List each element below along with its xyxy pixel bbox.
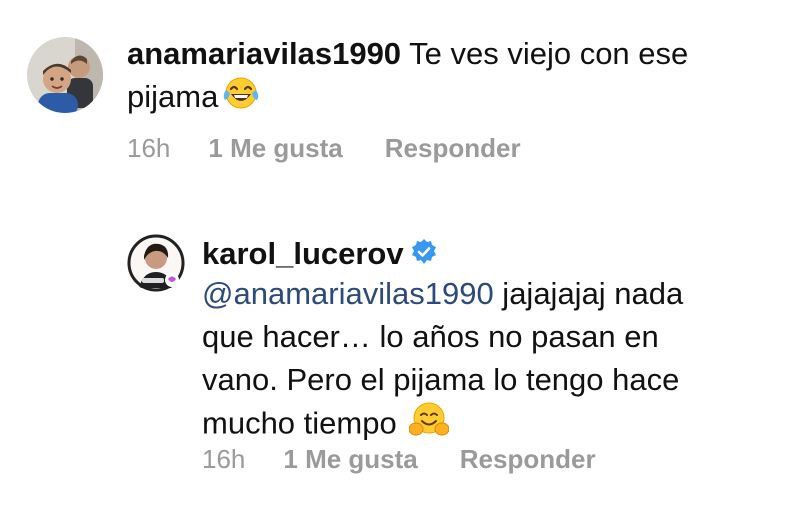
- reply-comment-item: karol_lucerov @anamariavilas1990 jajajaj…: [0, 220, 800, 505]
- likes-count-button[interactable]: 1 Me gusta: [208, 133, 342, 163]
- reply-time: 16h: [202, 444, 246, 474]
- reply-body: @anamariavilas1990 jajajajaj nada que ha…: [202, 272, 742, 450]
- face-with-tears-of-joy-icon: [222, 76, 260, 121]
- comment-username[interactable]: anamariavilas1990: [127, 36, 401, 71]
- smiling-face-with-open-hands-icon: [408, 401, 450, 450]
- comment-text: anamariavilas1990 Te ves viejo con ese p…: [127, 32, 767, 121]
- reply-username[interactable]: karol_lucerov: [202, 236, 404, 271]
- verified-badge-icon: [410, 234, 438, 277]
- mention-link[interactable]: @anamariavilas1990: [202, 276, 494, 311]
- user-avatar-photo-icon: [27, 37, 103, 113]
- likes-count-button[interactable]: 1 Me gusta: [283, 444, 417, 474]
- reply-header: karol_lucerov: [202, 232, 782, 277]
- reply-button[interactable]: Responder: [385, 133, 521, 163]
- reply-button[interactable]: Responder: [460, 444, 596, 474]
- user-avatar-photo-icon: [127, 234, 185, 292]
- avatar[interactable]: [127, 234, 185, 292]
- comment-meta: 16h 1 Me gusta Responder: [127, 133, 521, 163]
- reply-meta: 16h 1 Me gusta Responder: [202, 444, 596, 474]
- comment-item: anamariavilas1990 Te ves viejo con ese p…: [0, 0, 800, 180]
- comment-time: 16h: [127, 133, 171, 163]
- avatar[interactable]: [27, 37, 103, 113]
